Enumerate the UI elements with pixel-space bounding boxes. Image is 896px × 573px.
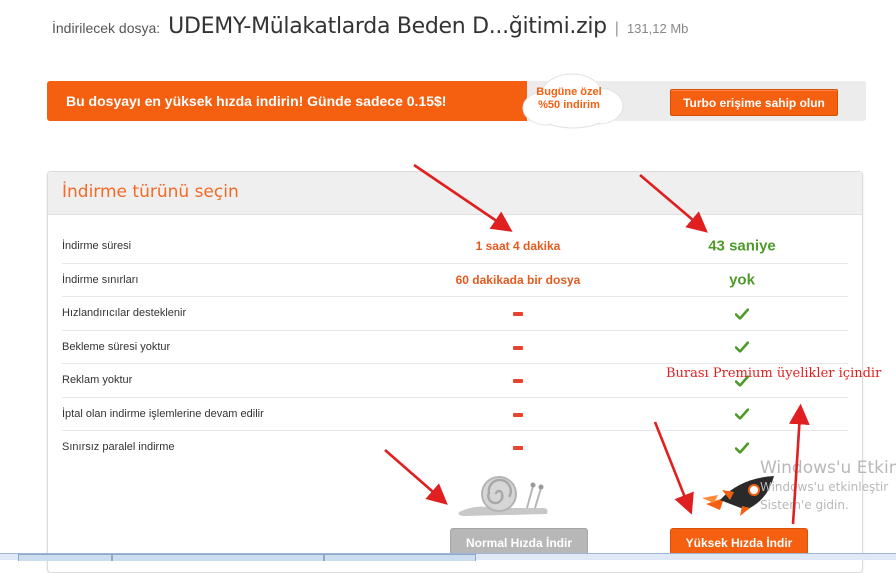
arrow-to-fast-button (653, 421, 694, 515)
annotation-arrows (384, 163, 810, 525)
arrow-to-normal-time (413, 163, 513, 232)
arrow-to-snail (384, 449, 448, 505)
arrow-to-premium-note (788, 403, 810, 525)
arrow-to-fast-time (639, 174, 708, 233)
taskbar-item[interactable] (18, 554, 112, 561)
taskbar-item[interactable] (112, 554, 324, 561)
taskbar-item[interactable] (324, 554, 476, 561)
